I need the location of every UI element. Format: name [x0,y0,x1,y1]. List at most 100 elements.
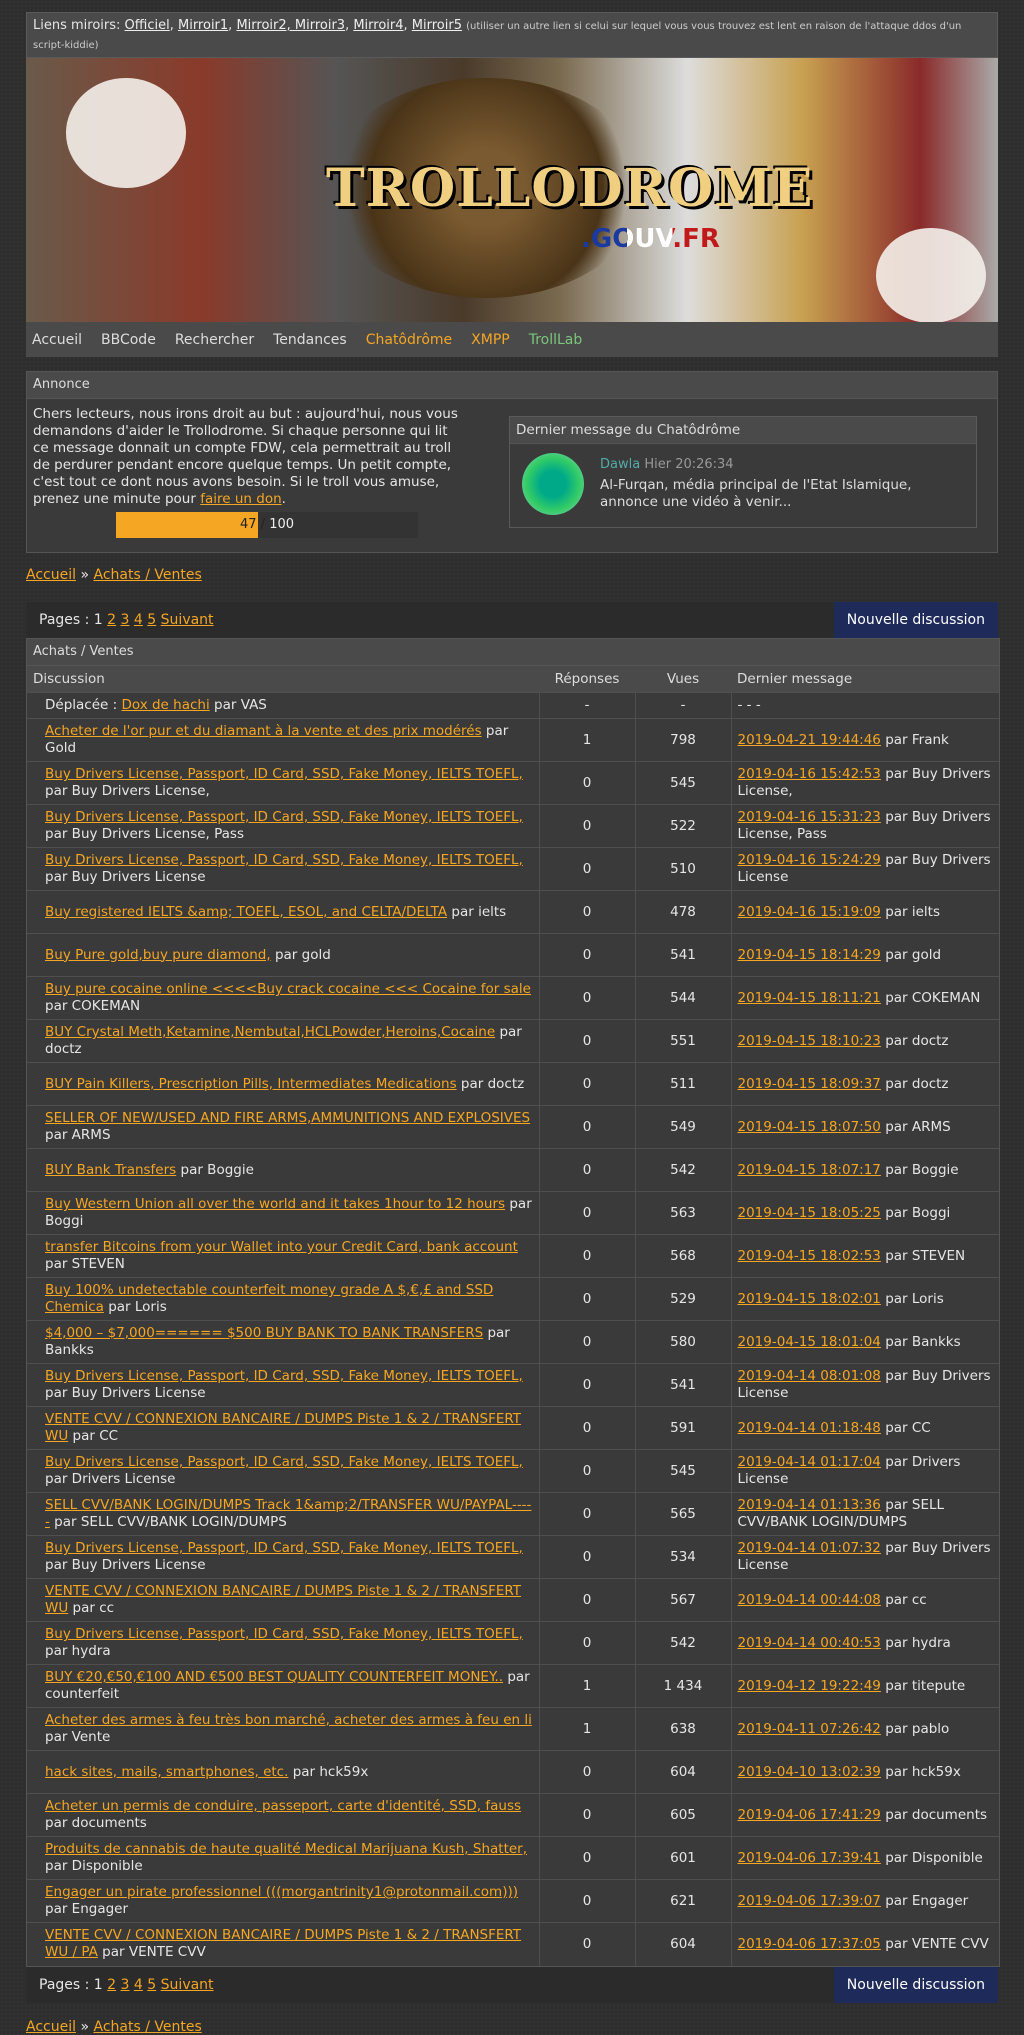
mirror-link-2-3[interactable]: Mirroir2, Mirroir3 [236,18,345,33]
last-message-date-link[interactable]: 2019-04-14 01:17:04 [738,1454,881,1470]
last-message-date-link[interactable]: 2019-04-06 17:39:07 [738,1893,881,1909]
topic-author: par Boggie [180,1161,254,1178]
last-message-date-link[interactable]: 2019-04-16 15:42:53 [738,766,881,782]
topics-table: Discussion Réponses Vues Dernier message… [27,666,999,1966]
last-message-date-link[interactable]: 2019-04-16 15:24:29 [738,852,881,868]
page-link-5[interactable]: 5 [147,1977,156,1993]
topic-title-link[interactable]: BUY Crystal Meth,Ketamine,Nembutal,HCLPo… [45,1024,495,1040]
topic-title-link[interactable]: Acheter de l'or pur et du diamant à la v… [45,723,482,739]
breadcrumb-home[interactable]: Accueil [26,567,76,583]
page-link-3[interactable]: 3 [121,1977,130,1993]
mirror-link-5[interactable]: Mirroir5 [412,18,462,33]
nav-bbcode[interactable]: BBCode [101,332,156,348]
topic-title-link[interactable]: Acheter un permis de conduire, passeport… [45,1798,521,1814]
last-message-date-link[interactable]: 2019-04-06 17:41:29 [738,1807,881,1823]
new-discussion-button-bottom[interactable]: Nouvelle discussion [833,1967,998,2003]
topic-title-link[interactable]: BUY Pain Killers, Prescription Pills, In… [45,1076,457,1092]
topic-title-link[interactable]: BUY €20,€50,€100 AND €500 BEST QUALITY C… [45,1669,503,1685]
topic-title-link[interactable]: Buy Drivers License, Passport, ID Card, … [45,1540,523,1556]
replies-count: 0 [538,1062,635,1106]
mirror-link-official[interactable]: Officiel [125,18,170,33]
last-message-date-link[interactable]: 2019-04-12 19:22:49 [738,1678,881,1694]
topic-title-link[interactable]: Buy Western Union all over the world and… [45,1196,505,1212]
last-message-date-link[interactable]: 2019-04-15 18:01:04 [738,1334,881,1350]
page-link-5[interactable]: 5 [147,612,156,628]
page-link-2[interactable]: 2 [107,1977,116,1993]
breadcrumb-section[interactable]: Achats / Ventes [93,567,201,583]
topic-title-link[interactable]: Engager un pirate professionnel (((morga… [45,1884,518,1900]
last-message-date-link[interactable]: 2019-04-14 01:07:32 [738,1540,881,1556]
next-page-link[interactable]: Suivant [161,612,214,628]
topic-title-link[interactable]: Acheter des armes à feu très bon marché,… [45,1712,532,1728]
new-discussion-button[interactable]: Nouvelle discussion [833,602,998,638]
last-message-date-link[interactable]: 2019-04-10 13:02:39 [738,1764,881,1780]
topic-cell: Buy pure cocaine online <<<<Buy crack co… [27,976,539,1020]
table-row: Buy Drivers License, Passport, ID Card, … [27,1535,999,1579]
last-message-date-link[interactable]: 2019-04-15 18:11:21 [738,990,881,1006]
views-count: 563 [634,1191,731,1235]
nav-xmpp[interactable]: XMPP [471,332,510,348]
breadcrumb-home[interactable]: Accueil [26,2019,76,2035]
nav-trolllab[interactable]: TrollLab [529,332,583,348]
topic-title-link[interactable]: $4,000 – $7,000====== $500 BUY BANK TO B… [45,1325,483,1341]
last-message-author: par Disponible [885,1849,983,1866]
topic-title-link[interactable]: VENTE CVV / CONNEXION BANCAIRE / DUMPS P… [45,1583,521,1616]
mirror-link-1[interactable]: Mirroir1 [178,18,228,33]
nav-rechercher[interactable]: Rechercher [175,332,254,348]
breadcrumb-separator: » [80,2019,90,2035]
last-message-date-link[interactable]: 2019-04-15 18:02:01 [738,1291,881,1307]
topic-title-link[interactable]: SELLER OF NEW/USED AND FIRE ARMS,AMMUNIT… [45,1110,530,1126]
topic-title-link[interactable]: Buy Drivers License, Passport, ID Card, … [45,1368,523,1384]
last-message-date-link[interactable]: 2019-04-15 18:10:23 [738,1033,881,1049]
donate-link[interactable]: faire un don [200,491,281,507]
table-row: SELLER OF NEW/USED AND FIRE ARMS,AMMUNIT… [27,1105,999,1149]
last-message-date-link[interactable]: 2019-04-21 19:44:46 [738,732,881,748]
last-message-date-link[interactable]: 2019-04-06 17:37:05 [738,1936,881,1952]
breadcrumb-section[interactable]: Achats / Ventes [93,2019,201,2035]
nav-tendances[interactable]: Tendances [273,332,347,348]
topic-title-link[interactable]: Buy Drivers License, Passport, ID Card, … [45,852,523,868]
last-message-date-link[interactable]: 2019-04-11 07:26:42 [738,1721,881,1737]
topic-title-link[interactable]: Buy pure cocaine online <<<<Buy crack co… [45,981,531,997]
topic-title-link[interactable]: hack sites, mails, smartphones, etc. [45,1764,288,1780]
mirror-link-4[interactable]: Mirroir4 [353,18,403,33]
last-message-date-link[interactable]: 2019-04-15 18:09:37 [738,1076,881,1092]
topic-title-link[interactable]: Dox de hachi [121,697,209,713]
page-link-4[interactable]: 4 [134,612,143,628]
nav-chatodrome[interactable]: Chatôdrôme [366,332,452,348]
topic-title-link[interactable]: transfer Bitcoins from your Wallet into … [45,1239,518,1255]
topic-title-link[interactable]: Buy Drivers License, Passport, ID Card, … [45,766,523,782]
chat-user[interactable]: Dawla [600,457,640,472]
last-message-date-link[interactable]: 2019-04-06 17:39:41 [738,1850,881,1866]
next-page-link[interactable]: Suivant [161,1977,214,1993]
page-link-2[interactable]: 2 [107,612,116,628]
last-message-date-link[interactable]: 2019-04-15 18:07:17 [738,1162,881,1178]
topic-title-link[interactable]: Buy Drivers License, Passport, ID Card, … [45,809,523,825]
replies-count: 0 [538,1879,635,1923]
site-banner[interactable]: TROLLODROME .GOUV.FR [26,58,998,322]
last-message-date-link[interactable]: 2019-04-14 00:40:53 [738,1635,881,1651]
replies-count: 1 [538,1664,635,1708]
last-message-date-link[interactable]: 2019-04-15 18:05:25 [738,1205,881,1221]
topic-title-link[interactable]: Produits de cannabis de haute qualité Me… [45,1841,527,1857]
last-message-date-link[interactable]: 2019-04-16 15:31:23 [738,809,881,825]
topic-cell: Buy 100% undetectable counterfeit money … [27,1277,539,1321]
last-message-date-link[interactable]: 2019-04-14 01:13:36 [738,1497,881,1513]
topic-title-link[interactable]: Buy Drivers License, Passport, ID Card, … [45,1454,523,1470]
last-message-date-link[interactable]: 2019-04-15 18:07:50 [738,1119,881,1135]
last-message-date-link[interactable]: 2019-04-15 18:14:29 [738,947,881,963]
topic-title-link[interactable]: BUY Bank Transfers [45,1162,176,1178]
topic-title-link[interactable]: Buy registered IELTS &amp; TOEFL, ESOL, … [45,904,447,920]
last-message-date-link[interactable]: 2019-04-16 15:19:09 [738,904,881,920]
topic-title-link[interactable]: Buy Drivers License, Passport, ID Card, … [45,1626,523,1642]
last-message-date-link[interactable]: 2019-04-14 01:18:48 [738,1420,881,1436]
topic-cell: Buy Pure gold,buy pure diamond, par gold [27,933,539,977]
nav-accueil[interactable]: Accueil [32,332,82,348]
page-link-4[interactable]: 4 [134,1977,143,1993]
page-link-3[interactable]: 3 [121,612,130,628]
last-message-date-link[interactable]: 2019-04-14 00:44:08 [738,1592,881,1608]
last-message-date-link[interactable]: 2019-04-15 18:02:53 [738,1248,881,1264]
last-message-date-link[interactable]: 2019-04-14 08:01:08 [738,1368,881,1384]
last-message: 2019-04-15 18:07:17 par Boggie [730,1148,999,1192]
topic-title-link[interactable]: Buy Pure gold,buy pure diamond, [45,947,271,963]
